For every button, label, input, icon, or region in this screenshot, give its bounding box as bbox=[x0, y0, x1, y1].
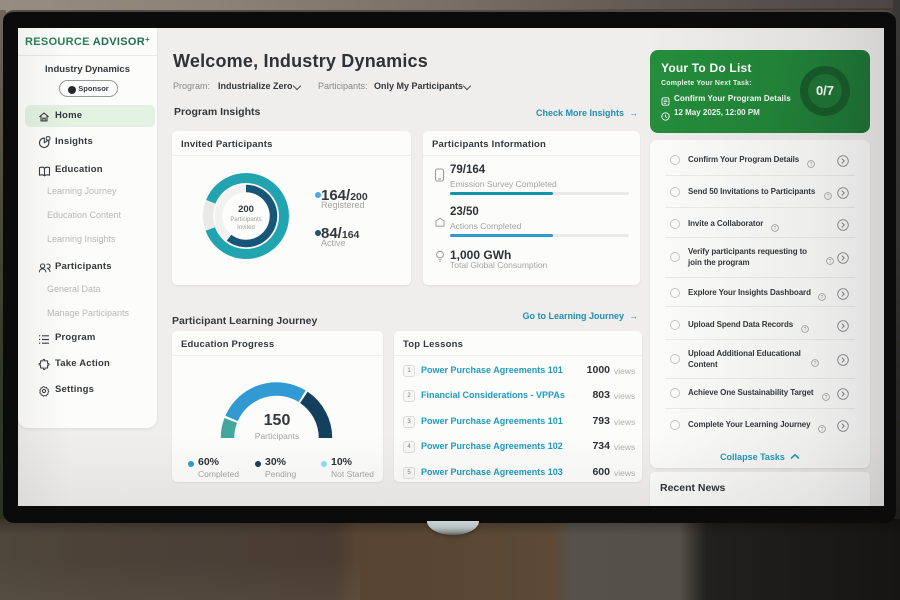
svg-text:?: ? bbox=[829, 259, 832, 265]
svg-text:?: ? bbox=[810, 162, 813, 168]
svg-text:?: ? bbox=[821, 427, 824, 433]
svg-text:?: ? bbox=[814, 361, 817, 367]
svg-text:?: ? bbox=[821, 294, 824, 300]
svg-text:?: ? bbox=[827, 194, 830, 200]
svg-text:?: ? bbox=[774, 225, 777, 231]
svg-text:?: ? bbox=[825, 395, 828, 401]
svg-text:?: ? bbox=[804, 326, 807, 332]
